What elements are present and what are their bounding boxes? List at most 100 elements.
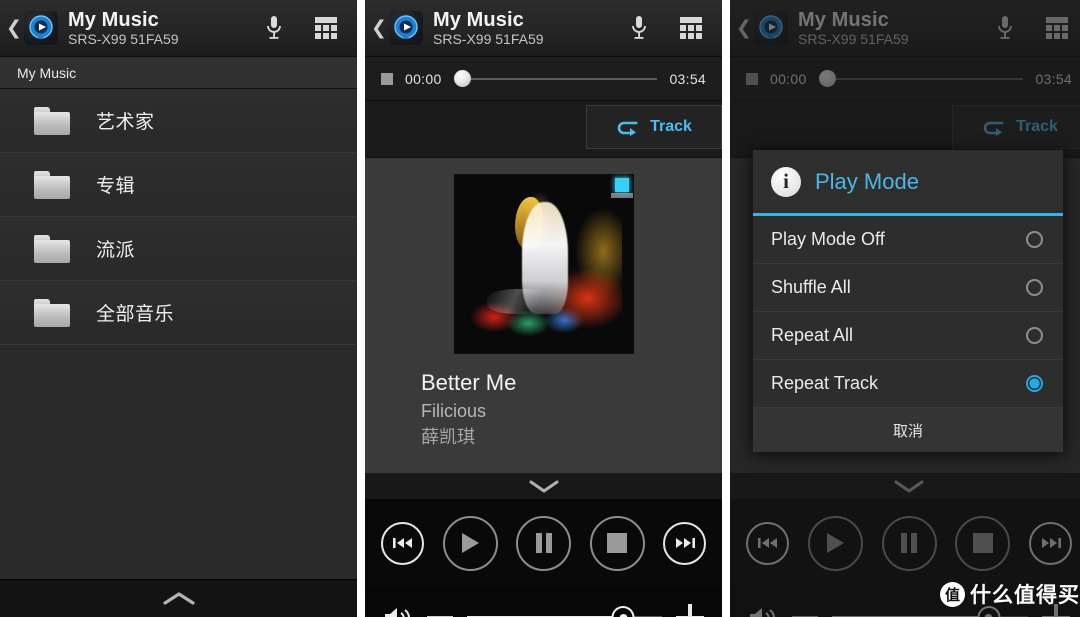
panel-play-mode-dialog: ❮ My Music SRS-X99 51FA59 00:00 03:54 Tr… <box>730 0 1080 617</box>
track-artist: 薛凯琪 <box>421 427 475 447</box>
header-actions <box>992 13 1078 43</box>
skip-next-icon <box>675 538 695 548</box>
list-item-label: 全部音乐 <box>96 304 175 325</box>
dialog-option-repeat-all[interactable]: Repeat All <box>753 312 1063 360</box>
microphone-icon[interactable] <box>992 13 1018 43</box>
folder-list: 艺术家 专辑 流派 全部音乐 <box>0 89 357 606</box>
next-button[interactable] <box>1029 521 1072 565</box>
transport-controls <box>730 499 1080 587</box>
next-button[interactable] <box>663 521 706 565</box>
play-icon <box>462 533 479 553</box>
pause-button[interactable] <box>516 515 571 571</box>
dialog-option-label: Play Mode Off <box>771 229 885 249</box>
play-circle-logo-icon[interactable] <box>24 11 58 45</box>
seek-bar[interactable]: 00:00 03:54 <box>365 57 722 101</box>
microphone-icon[interactable] <box>261 13 287 43</box>
seek-thumb[interactable] <box>818 70 836 87</box>
skip-next-icon <box>1041 538 1061 548</box>
volume-thumb[interactable] <box>611 606 635 617</box>
track-metadata: Better Me Filicious 薛凯琪 <box>365 368 722 450</box>
transport-controls <box>365 499 722 587</box>
folder-icon <box>34 106 70 135</box>
elapsed-time: 00:00 <box>405 70 442 87</box>
chevron-up-icon <box>162 591 195 605</box>
skip-previous-icon <box>392 538 412 548</box>
dialog-title: Play Mode <box>815 168 919 194</box>
panel-music-browser: ❮ My Music SRS-X99 51FA59 My Music 艺术家 专… <box>0 0 357 617</box>
app-header: ❮ My Music SRS-X99 51FA59 <box>730 0 1080 57</box>
dialog-cancel-button[interactable]: 取消 <box>753 408 1063 452</box>
album-art[interactable] <box>453 174 634 354</box>
screenshot-stage: ❮ My Music SRS-X99 51FA59 My Music 艺术家 专… <box>0 0 1080 617</box>
stop-square-icon <box>381 72 393 85</box>
list-item-label: 专辑 <box>96 176 136 197</box>
speaker-volume-icon[interactable] <box>748 605 778 617</box>
dialog-option-label: Repeat Track <box>771 373 879 393</box>
radio-button[interactable] <box>1026 279 1043 296</box>
play-icon <box>827 533 845 553</box>
app-title: My Music <box>798 8 889 31</box>
collapse-player-bar[interactable] <box>730 473 1080 499</box>
previous-button[interactable] <box>746 521 789 565</box>
previous-button[interactable] <box>381 521 424 565</box>
dialog-header: i Play Mode <box>753 150 1063 216</box>
radio-button[interactable] <box>1026 327 1043 344</box>
dialog-option-shuffle-all[interactable]: Shuffle All <box>753 264 1063 312</box>
dialog-option-play-mode-off[interactable]: Play Mode Off <box>753 216 1063 264</box>
stop-button[interactable] <box>589 515 645 571</box>
seek-slider[interactable] <box>818 70 1024 88</box>
repeat-track-icon <box>983 121 1004 136</box>
app-title-block: My Music SRS-X99 51FA59 <box>68 9 261 47</box>
dialog-option-label: Shuffle All <box>771 277 851 297</box>
expand-player-bar[interactable] <box>0 579 357 617</box>
back-chevron-icon[interactable]: ❮ <box>6 19 22 38</box>
radio-button[interactable] <box>1026 231 1043 248</box>
header-actions <box>261 13 347 43</box>
play-mode-button[interactable]: Track <box>952 105 1080 149</box>
watermark-text: 什么值得买 <box>970 584 1080 607</box>
folder-icon <box>34 170 70 199</box>
track-album: Filicious <box>421 401 487 421</box>
seek-slider[interactable] <box>453 70 658 88</box>
speaker-volume-icon[interactable] <box>383 605 413 617</box>
back-chevron-icon[interactable]: ❮ <box>736 19 752 38</box>
header-actions <box>626 13 712 43</box>
info-icon: i <box>771 166 801 197</box>
folder-icon <box>34 298 70 327</box>
pause-button[interactable] <box>881 515 937 571</box>
dialog-option-repeat-track[interactable]: Repeat Track <box>753 360 1063 408</box>
volume-up-button[interactable] <box>676 603 704 617</box>
back-chevron-icon[interactable]: ❮ <box>371 19 387 38</box>
collapse-player-bar[interactable] <box>365 473 722 499</box>
list-item[interactable]: 艺术家 <box>0 89 357 153</box>
folder-icon <box>34 234 70 263</box>
app-title: My Music <box>433 8 524 31</box>
list-item[interactable]: 专辑 <box>0 153 357 217</box>
play-button[interactable] <box>807 515 863 571</box>
play-circle-logo-icon[interactable] <box>389 11 423 45</box>
keypad-grid-icon[interactable] <box>1044 13 1070 43</box>
app-subtitle: SRS-X99 51FA59 <box>798 30 909 47</box>
list-item[interactable]: 全部音乐 <box>0 281 357 345</box>
play-mode-button[interactable]: Track <box>586 105 722 149</box>
skip-previous-icon <box>757 538 777 548</box>
stop-button[interactable] <box>955 515 1011 571</box>
keypad-grid-icon[interactable] <box>313 13 339 43</box>
keypad-grid-icon[interactable] <box>678 13 704 43</box>
volume-slider[interactable] <box>467 606 662 617</box>
seek-bar[interactable]: 00:00 03:54 <box>730 57 1080 101</box>
play-button[interactable] <box>442 515 498 571</box>
seek-thumb[interactable] <box>453 70 471 87</box>
play-circle-logo-icon[interactable] <box>754 11 788 45</box>
play-mode-button-label: Track <box>1016 118 1058 135</box>
microphone-icon[interactable] <box>626 13 652 43</box>
stop-square-icon <box>746 72 758 85</box>
radio-button-selected[interactable] <box>1026 375 1043 392</box>
chevron-down-icon <box>529 480 558 492</box>
breadcrumb[interactable]: My Music <box>0 57 357 89</box>
elapsed-time: 00:00 <box>770 70 807 87</box>
duration-time: 03:54 <box>1035 70 1072 87</box>
chevron-down-icon <box>894 480 924 492</box>
list-item[interactable]: 流派 <box>0 217 357 281</box>
now-playing-area: Better Me Filicious 薛凯琪 <box>365 158 722 473</box>
